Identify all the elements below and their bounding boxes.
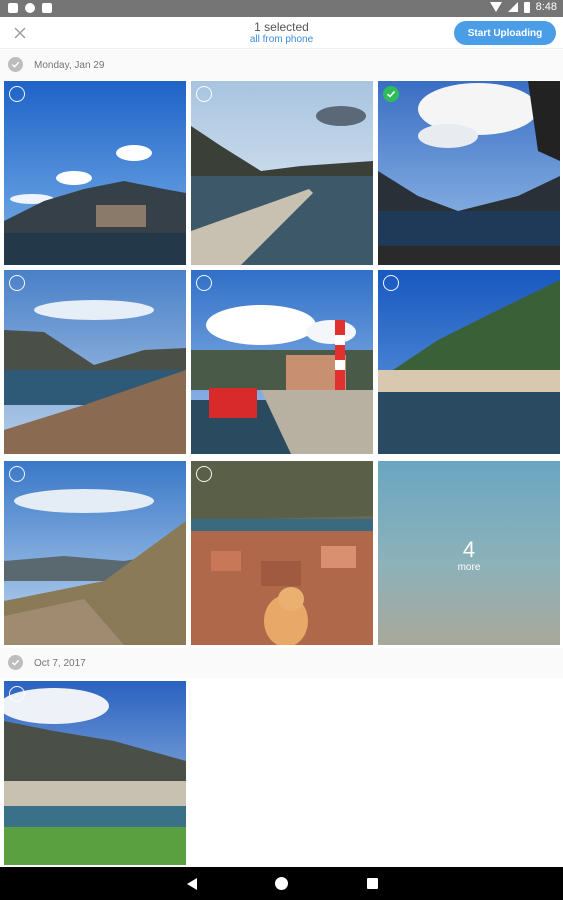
- back-icon[interactable]: [187, 878, 197, 890]
- section-header: Oct 7, 2017: [0, 648, 563, 678]
- more-photos-tile[interactable]: 4 more: [378, 461, 560, 645]
- select-photo-checkbox[interactable]: [9, 86, 25, 102]
- photo-thumbnail[interactable]: [4, 270, 186, 454]
- photo-image: [4, 681, 186, 865]
- section-header: Monday, Jan 29: [0, 50, 563, 80]
- photo-thumbnail[interactable]: [191, 270, 373, 454]
- sd-card-icon: [42, 3, 52, 13]
- wifi-icon: [489, 2, 502, 12]
- navigation-bar: [0, 867, 563, 900]
- sync-icon: [25, 3, 35, 13]
- select-photo-checkbox[interactable]: [383, 275, 399, 291]
- photo-thumbnail[interactable]: [4, 461, 186, 645]
- photo-thumbnail[interactable]: [378, 270, 560, 454]
- photo-thumbnail[interactable]: [191, 81, 373, 265]
- photo-thumbnail-selected[interactable]: [378, 81, 560, 265]
- battery-icon: [523, 1, 530, 13]
- select-photo-checkbox[interactable]: [196, 466, 212, 482]
- photo-image: [191, 461, 373, 645]
- photo-image: [4, 461, 186, 645]
- section-date: Monday, Jan 29: [34, 60, 105, 71]
- section-date: Oct 7, 2017: [34, 658, 86, 669]
- check-icon: [11, 61, 20, 68]
- notification-icon: [8, 3, 18, 13]
- photo-image: [191, 270, 373, 454]
- top-app-bar: 1 selected all from phone Start Uploadin…: [0, 17, 563, 49]
- select-photo-checkbox[interactable]: [383, 86, 399, 102]
- select-photo-checkbox[interactable]: [196, 275, 212, 291]
- select-photo-checkbox[interactable]: [196, 86, 212, 102]
- photo-thumbnail[interactable]: [4, 81, 186, 265]
- photo-image: [191, 81, 373, 265]
- signal-icon: [507, 2, 518, 12]
- photo-image: [378, 270, 560, 454]
- status-bar: 8:48: [0, 0, 563, 17]
- recents-icon[interactable]: [367, 878, 378, 889]
- more-label: more: [457, 562, 481, 573]
- status-time: 8:48: [535, 1, 557, 13]
- home-icon[interactable]: [275, 877, 288, 890]
- photo-thumbnail[interactable]: [4, 681, 186, 865]
- select-section-checkbox[interactable]: [8, 655, 23, 670]
- select-photo-checkbox[interactable]: [9, 466, 25, 482]
- start-uploading-button[interactable]: Start Uploading: [454, 21, 556, 45]
- photo-image: [4, 270, 186, 454]
- select-photo-checkbox[interactable]: [9, 275, 25, 291]
- select-section-checkbox[interactable]: [8, 57, 23, 72]
- check-icon: [386, 90, 396, 98]
- photo-thumbnail[interactable]: [191, 461, 373, 645]
- photo-image: [378, 81, 560, 265]
- check-icon: [11, 659, 20, 666]
- select-photo-checkbox[interactable]: [9, 686, 25, 702]
- more-count: 4: [462, 537, 476, 562]
- photo-image: [4, 81, 186, 265]
